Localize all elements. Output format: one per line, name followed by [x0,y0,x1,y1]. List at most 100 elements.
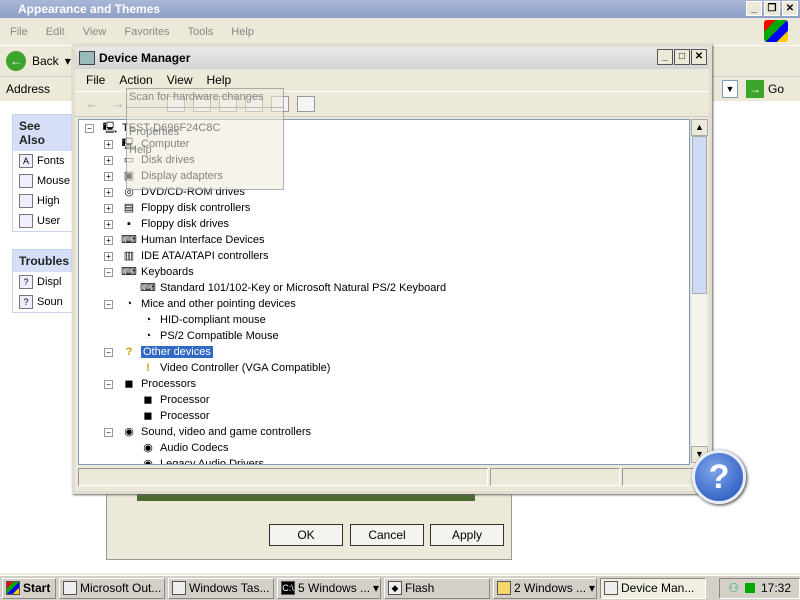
maximize-button[interactable]: □ [674,49,690,65]
taskbar-item-outlook[interactable]: Microsoft Out... [59,577,165,599]
panel-link-sound[interactable]: ? Soun [13,292,73,312]
taskbar: Start Microsoft Out... Windows Tas... C:… [0,575,800,600]
status-pane [490,468,620,486]
address-dropdown-icon[interactable]: ▼ [722,80,738,98]
panel-link-user[interactable]: User [13,211,73,231]
menu-favorites[interactable]: Favorites [124,26,169,44]
expand-icon[interactable]: + [104,251,113,261]
tree-row[interactable]: − ◔ Mice and other pointing devices [79,296,689,312]
vertical-scrollbar[interactable]: ▲ ▼ [690,119,708,465]
clock[interactable]: 17:32 [761,581,791,595]
start-button[interactable]: Start [2,577,56,599]
sound-icon: ◉ [143,458,153,465]
action-menu-properties[interactable]: Properties [127,124,283,140]
menu-view[interactable]: View [160,71,200,89]
menu-view[interactable]: View [83,26,107,44]
taskbar-item-label: 2 Windows ... [514,581,587,595]
tree-row-label: Sound, video and game controllers [141,426,311,438]
tree-row-label: Processor [160,410,210,422]
collapse-icon[interactable]: − [104,267,113,277]
apply-button[interactable]: Apply [430,524,504,546]
restore-button[interactable]: ❐ [764,1,780,16]
panel-link-mouse[interactable]: Mouse [13,171,73,191]
menu-file[interactable]: File [10,26,28,44]
menu-tools[interactable]: Tools [188,26,214,44]
panel-link-high[interactable]: High [13,191,73,211]
go-button[interactable]: → Go [746,80,784,98]
taskbar-item-label: Flash [405,581,435,595]
chevron-down-icon: ▾ [589,581,596,595]
sound-icon: ◉ [124,426,134,438]
device-manager-title: Device Manager [99,51,191,65]
minimize-button[interactable]: _ [657,49,673,65]
close-button[interactable]: ✕ [782,1,798,16]
tree-row[interactable]: ◼ Processor [79,392,689,408]
device-manager-titlebar[interactable]: Device Manager _ □ ✕ [75,47,709,69]
taskbar-item-device-manager[interactable]: Device Man... [600,577,706,599]
tree-row[interactable]: + ▥ IDE ATA/ATAPI controllers [79,248,689,264]
expand-icon[interactable]: + [104,203,113,213]
tree-row[interactable]: + ▪ Floppy disk drives [79,216,689,232]
expand-icon[interactable]: + [104,187,113,197]
collapse-icon[interactable]: − [104,299,113,309]
scroll-thumb[interactable] [692,136,707,294]
collapse-icon[interactable]: − [104,379,113,389]
action-menu-help[interactable]: Help [127,142,283,158]
question-icon: ? [125,346,133,358]
tree-row[interactable]: ! Video Controller (VGA Compatible) [79,360,689,376]
back-button[interactable]: ← Back ▾ [6,51,71,71]
start-label: Start [23,581,51,595]
tree-row[interactable]: −? Other devices [79,344,689,360]
taskbar-item-task-manager[interactable]: Windows Tas... [168,577,274,599]
close-button[interactable]: ✕ [691,49,707,65]
cancel-button[interactable]: Cancel [350,524,424,546]
tree-row[interactable]: ◉ Legacy Audio Drivers [79,456,689,465]
panel-title: Troubles [13,250,73,272]
expand-icon[interactable]: + [104,235,113,245]
tree-row[interactable]: − ⌨ Keyboards [79,264,689,280]
help-question-icon[interactable]: ? [692,450,746,504]
menu-help[interactable]: Help [231,26,254,44]
controller-icon: ▤ [123,202,135,214]
tree-row-label: Processors [141,378,197,390]
green-square-icon[interactable] [744,583,755,593]
tree-row[interactable]: ◉ Audio Codecs [79,440,689,456]
tree-row[interactable]: − ◉ Sound, video and game controllers [79,424,689,440]
panel-link-display[interactable]: ? Displ [13,272,73,292]
menu-edit[interactable]: Edit [46,26,65,44]
chevron-down-icon[interactable]: ▾ [65,54,71,68]
minimize-button[interactable]: _ [746,1,762,16]
menu-file[interactable]: File [79,71,112,89]
ok-button[interactable]: OK [269,524,343,546]
tree-row[interactable]: + ⌨ Human Interface Devices [79,232,689,248]
menu-action[interactable]: Action [112,71,159,89]
taskbar-item-cmd[interactable]: C:\ 5 Windows ... ▾ [277,577,381,599]
scroll-up-icon[interactable]: ▲ [691,119,708,136]
expand-icon[interactable]: + [104,155,113,165]
tree-row[interactable]: ◼ Processor [79,408,689,424]
collapse-icon[interactable]: − [85,123,94,133]
tree-row[interactable]: ◔ PS/2 Compatible Mouse [79,328,689,344]
uninstall-icon[interactable] [297,96,315,112]
network-icon[interactable]: ⚇ [728,581,739,595]
tree-row[interactable]: − ◼ Processors [79,376,689,392]
back-arrow-icon[interactable]: ← [83,96,101,112]
expand-icon[interactable]: + [104,139,113,149]
expand-icon[interactable]: + [104,171,113,181]
action-menu-scan[interactable]: Scan for hardware changes [127,89,283,105]
forward-arrow-icon[interactable]: → [109,96,127,112]
keyboard-icon: ⌨ [121,266,137,278]
menu-help[interactable]: Help [200,71,239,89]
taskbar-item-explorer[interactable]: 2 Windows ... ▾ [493,577,597,599]
tree-row[interactable]: + ▤ Floppy disk controllers [79,200,689,216]
expand-icon[interactable]: + [104,219,113,229]
panel-link-fonts[interactable]: A Fonts [13,151,73,171]
tree-row[interactable]: ◔ HID-compliant mouse [79,312,689,328]
floppy-icon: ▪ [127,218,131,230]
mouse-icon: ◔ [144,314,152,326]
collapse-icon[interactable]: − [104,347,113,357]
taskbar-item-flash[interactable]: ◆ Flash [384,577,490,599]
collapse-icon[interactable]: − [104,427,113,437]
tree-row[interactable]: ⌨ Standard 101/102-Key or Microsoft Natur… [79,280,689,296]
folder-icon [497,581,511,595]
